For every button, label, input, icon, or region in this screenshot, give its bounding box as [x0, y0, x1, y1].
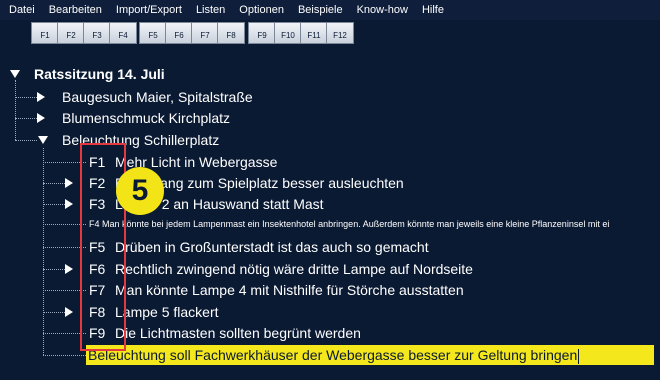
fkey-f4-button[interactable]: F4	[109, 22, 137, 44]
menu-optionen[interactable]: Optionen	[232, 0, 291, 20]
tree-item-label[interactable]: Blumenschmuck Kirchplatz	[62, 109, 230, 127]
collapsed-arrow-icon[interactable]	[65, 307, 73, 317]
outline-tree: Ratssitzung 14. Juli Baugesuch Maier, Sp…	[0, 58, 660, 380]
tree-connector	[43, 204, 65, 205]
menu-import-export[interactable]: Import/Export	[109, 0, 189, 20]
child-text: Rechtlich zwingend nötig wäre dritte Lam…	[115, 261, 473, 277]
fkey-f7-button[interactable]: F7	[191, 22, 219, 44]
tree-connector	[43, 148, 44, 355]
highlight-box	[80, 143, 126, 351]
fkey-f5-button[interactable]: F5	[139, 22, 167, 44]
tree-child-f5[interactable]: F5 Drüben in Großunterstadt ist das auch …	[89, 238, 429, 256]
fkey-f9-button[interactable]: F9	[248, 22, 276, 44]
tree-child-f4-note[interactable]: F4 Man könnte bei jedem Lampenmast ein I…	[89, 218, 660, 230]
fkey-f11-button[interactable]: F11	[300, 22, 328, 44]
tree-connector	[15, 140, 37, 141]
text-caret	[578, 348, 580, 364]
fkey-f2-button[interactable]: F2	[57, 22, 85, 44]
collapsed-arrow-icon[interactable]	[65, 199, 73, 209]
tree-child-f9[interactable]: F9 Die Lichtmasten sollten begrünt werden	[89, 324, 361, 342]
collapsed-arrow-icon[interactable]	[37, 92, 45, 102]
expand-down-icon[interactable]	[10, 70, 20, 78]
menu-know-how[interactable]: Know-how	[350, 0, 415, 20]
fkey-f3-button[interactable]: F3	[83, 22, 111, 44]
collapsed-arrow-icon[interactable]	[37, 113, 45, 123]
fkey-f8-button[interactable]: F8	[217, 22, 245, 44]
tree-item-label[interactable]: Baugesuch Maier, Spitalstraße	[62, 88, 253, 106]
menu-bearbeiten[interactable]: Bearbeiten	[42, 0, 109, 20]
tree-child-f6[interactable]: F6 Rechtlich zwingend nötig wäre dritte L…	[89, 260, 473, 278]
menu-datei[interactable]: Datei	[0, 0, 42, 20]
fkey-f10-button[interactable]: F10	[274, 22, 302, 44]
tree-connector	[15, 97, 37, 98]
node-edit-input[interactable]: Beleuchtung soll Fachwerkhäuser der Webe…	[86, 345, 654, 365]
tree-connector	[15, 118, 37, 119]
fkey-f6-button[interactable]: F6	[165, 22, 193, 44]
tree-connector	[15, 80, 16, 118]
child-text: Man könnte Lampe 4 mit Nisthilfe für Stö…	[115, 282, 464, 298]
tree-connector	[43, 183, 65, 184]
step-badge: 5	[116, 167, 164, 215]
collapsed-arrow-icon[interactable]	[65, 178, 73, 188]
child-text: Man könnte bei jedem Lampenmast ein Inse…	[102, 219, 610, 229]
tree-connector	[43, 312, 65, 313]
tree-child-f7[interactable]: F7 Man könnte Lampe 4 mit Nisthilfe für S…	[89, 281, 464, 299]
menu-bar: Datei Bearbeiten Import/Export Listen Op…	[0, 0, 660, 20]
fkey-f12-button[interactable]: F12	[326, 22, 354, 44]
expand-down-icon[interactable]	[38, 136, 48, 144]
child-text: Die Lichtmasten sollten begrünt werden	[115, 325, 361, 341]
function-key-bar: F1 F2 F3 F4 F5 F6 F7 F8 F9 F10 F11 F12	[0, 22, 660, 46]
tree-root-label[interactable]: Ratssitzung 14. Juli	[34, 65, 165, 83]
menu-listen[interactable]: Listen	[189, 0, 232, 20]
child-text: Lampe 5 flackert	[115, 304, 219, 320]
tree-connector	[43, 355, 86, 356]
fkey-f1-button[interactable]: F1	[31, 22, 59, 44]
tree-connector	[43, 269, 65, 270]
child-text: Drüben in Großunterstadt ist das auch so…	[115, 239, 429, 255]
menu-beispiele[interactable]: Beispiele	[291, 0, 350, 20]
menu-hilfe[interactable]: Hilfe	[415, 0, 451, 20]
edit-field-value: Beleuchtung soll Fachwerkhäuser der Webe…	[88, 347, 578, 363]
collapsed-arrow-icon[interactable]	[65, 264, 73, 274]
tree-connector	[15, 118, 16, 140]
